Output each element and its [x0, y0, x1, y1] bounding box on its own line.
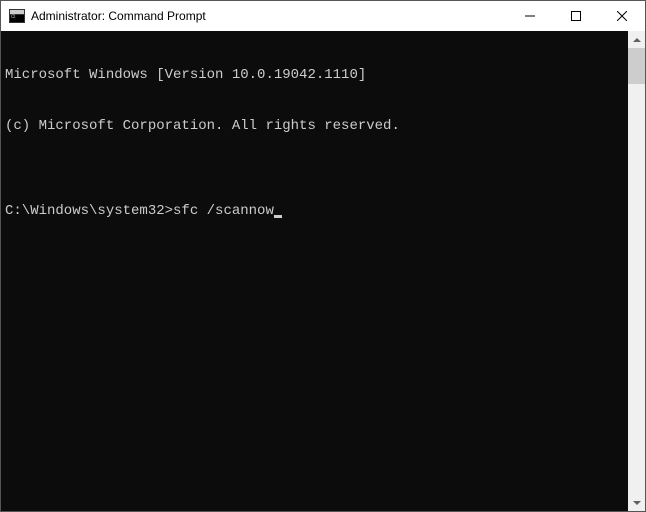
vertical-scrollbar[interactable] [628, 31, 645, 511]
title-left: c:\ Administrator: Command Prompt [1, 9, 507, 23]
command-input[interactable]: sfc /scannow [173, 203, 274, 220]
maximize-button[interactable] [553, 1, 599, 31]
scroll-up-arrow-icon[interactable] [628, 31, 645, 48]
client-area: Microsoft Windows [Version 10.0.19042.11… [1, 31, 645, 511]
cmd-icon: c:\ [9, 9, 25, 23]
command-prompt-window: c:\ Administrator: Command Prompt Micros… [0, 0, 646, 512]
prompt-line: C:\Windows\system32>sfc /scannow [5, 203, 624, 220]
terminal-line: (c) Microsoft Corporation. All rights re… [5, 118, 624, 135]
scroll-down-arrow-icon[interactable] [628, 494, 645, 511]
window-title: Administrator: Command Prompt [31, 9, 206, 23]
scrollbar-track[interactable] [628, 48, 645, 494]
window-controls [507, 1, 645, 31]
terminal-output[interactable]: Microsoft Windows [Version 10.0.19042.11… [1, 31, 628, 511]
terminal-line: Microsoft Windows [Version 10.0.19042.11… [5, 67, 624, 84]
close-icon [617, 11, 627, 21]
close-button[interactable] [599, 1, 645, 31]
cursor [274, 215, 282, 218]
minimize-button[interactable] [507, 1, 553, 31]
maximize-icon [571, 11, 581, 21]
prompt-path: C:\Windows\system32> [5, 203, 173, 220]
titlebar[interactable]: c:\ Administrator: Command Prompt [1, 1, 645, 31]
scrollbar-thumb[interactable] [628, 48, 645, 84]
minimize-icon [525, 11, 535, 21]
